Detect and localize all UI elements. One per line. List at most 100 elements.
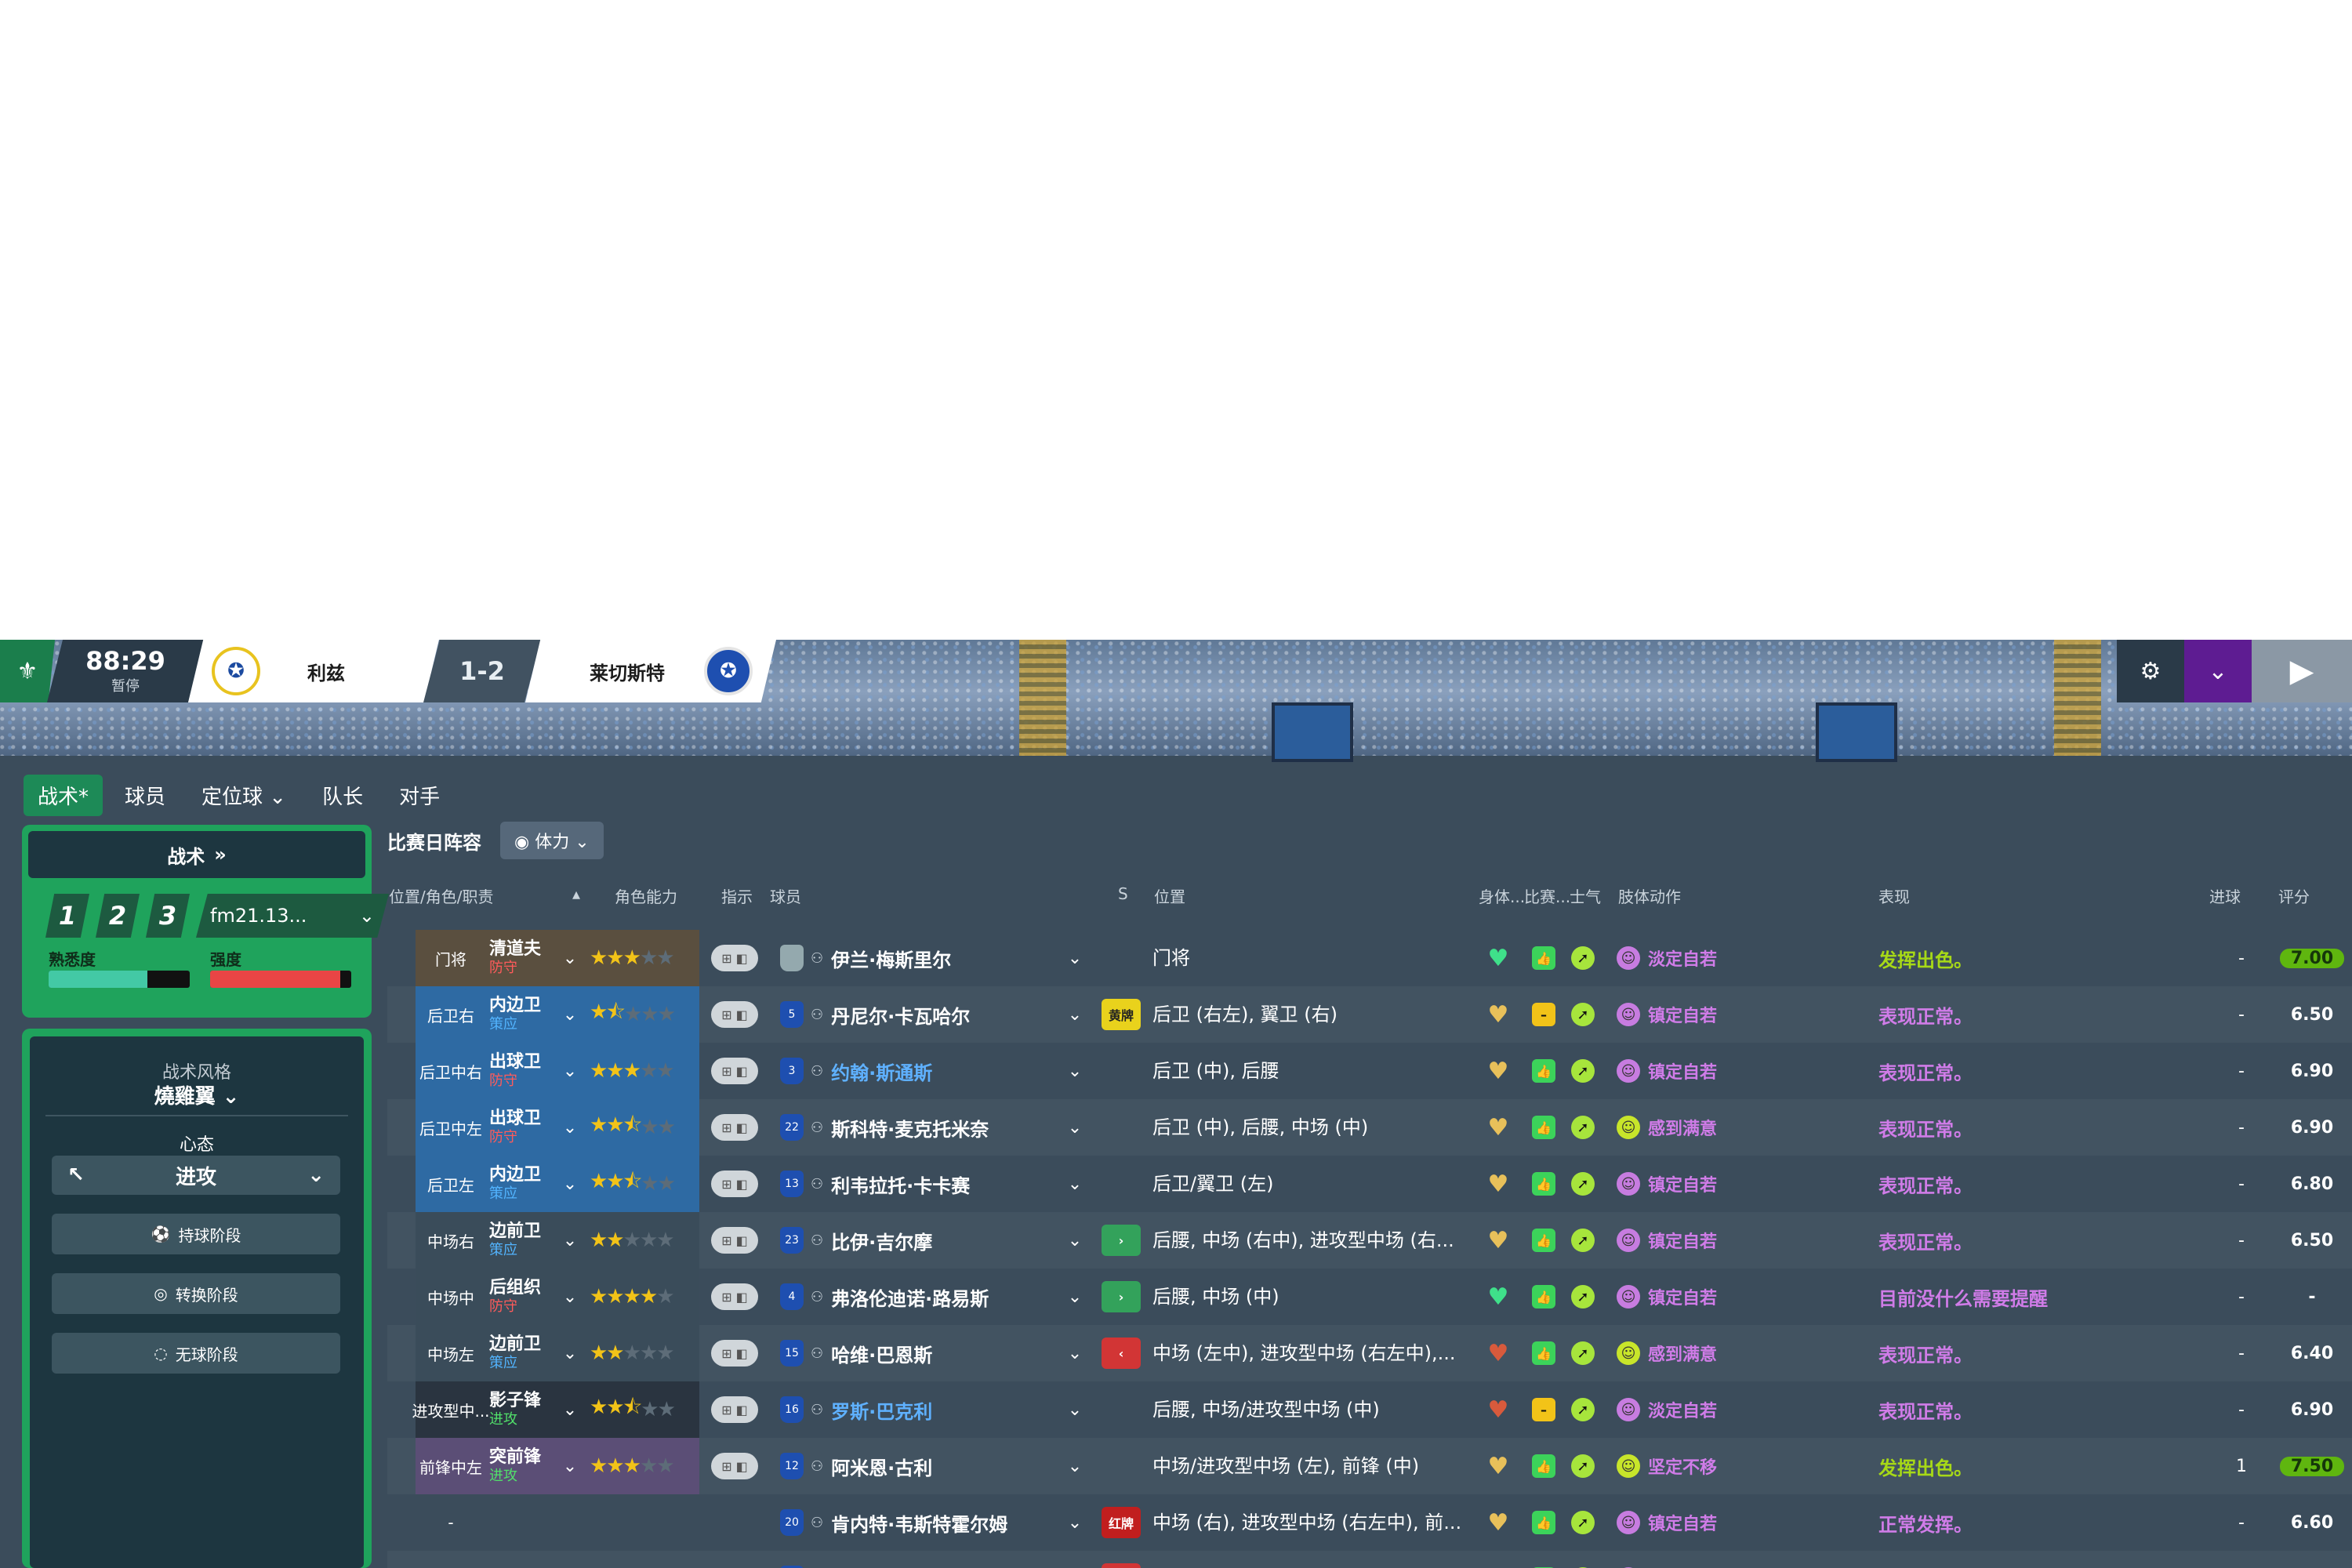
position-label[interactable]: 门将 (416, 930, 486, 986)
player-instructions-toggle[interactable]: ⊞ ◧ (707, 1099, 762, 1156)
table-row[interactable]: 补1 21⚇东·亚当斯 ⌄ ‹ 进攻型中场 (右左中), 前锋 (中)♥ 👍➚ ☺淡定自若正… (387, 1551, 2352, 1568)
chevron-down-icon[interactable]: ⌄ (558, 1156, 582, 1212)
player-name-cell[interactable]: ⚇ 肯内特·韦斯特霍尔姆 (811, 1494, 1038, 1551)
column-goals[interactable]: 进球 (2209, 884, 2241, 907)
player-name-cell[interactable]: ⚇ 利韦拉托·卡卡赛 (811, 1156, 1038, 1212)
tactic-panel-title[interactable]: 战术 » (28, 831, 365, 878)
position-label[interactable]: 补1 (416, 1551, 486, 1568)
phase-transition-button[interactable]: ◎ 转换阶段 (52, 1273, 340, 1314)
table-row[interactable]: 门将 清道夫 防守 ⌄ ★★★ ★ ★ ⊞ ◧ ⚇ 伊兰·梅斯里尔 ⌄ 门将 ♥ 👍 ➚ ☺ 淡定自若 发挥出色。… (387, 930, 2352, 986)
player-instructions-toggle[interactable]: ⊞ ◧ (707, 986, 762, 1043)
tab-set-pieces[interactable]: 定位球 ⌄ (187, 775, 300, 816)
player-instructions-toggle[interactable]: ⊞ ◧ (707, 1212, 762, 1269)
chevron-down-icon[interactable]: ⌄ (1063, 1212, 1087, 1269)
column-condition[interactable]: 身体... (1479, 884, 1525, 907)
chevron-down-icon[interactable]: ⌄ (1063, 1325, 1087, 1381)
position-label[interactable]: 后卫左 (416, 1156, 486, 1212)
chevron-down-icon[interactable]: ⌄ (558, 1099, 582, 1156)
position-label[interactable]: 进攻型中... (412, 1381, 489, 1438)
chevron-down-icon[interactable]: ⌄ (1063, 1269, 1087, 1325)
position-label[interactable]: 后卫右 (416, 986, 486, 1043)
column-s[interactable]: S (1118, 884, 1128, 903)
settings-gear-icon[interactable]: ⚙ (2117, 640, 2184, 702)
table-row[interactable]: 前锋中左 突前锋 进攻 ⌄ ★★★ ★ ★ ⊞ ◧ 12 ⚇ 阿米恩·古利 ⌄ 中场/进攻型中场 (左)… (387, 1438, 2352, 1494)
table-row[interactable]: 后卫中右 出球卫 防守 ⌄ ★★★ ★ ★ ⊞ ◧ 3 ⚇ 约翰·斯通斯 ⌄ 后卫 (中), 后腰 ♥ 👍 ➚… (387, 1043, 2352, 1099)
tactic-slot-2[interactable]: 2 (96, 894, 140, 938)
column-sharpness[interactable]: 比赛... (1524, 884, 1570, 907)
position-label[interactable]: 后卫中右 (416, 1043, 486, 1099)
tab-captains[interactable]: 队长 (308, 775, 377, 816)
player-instructions-toggle[interactable]: ⊞ ◧ (707, 1156, 762, 1212)
tab-opposition[interactable]: 对手 (385, 775, 454, 816)
player-name-cell[interactable]: ⚇ 阿米恩·古利 (811, 1438, 1038, 1494)
position-label[interactable]: 中场右 (416, 1212, 486, 1269)
table-row[interactable]: 中场左 边前卫 策应 ⌄ ★★ ★ ★ ★ ⊞ ◧ 15 ⚇ 哈维·巴恩斯 ⌄ ‹ 中场 (左中), 进攻型… (387, 1325, 2352, 1381)
column-pos-role[interactable]: 位置/角色/职责 (389, 884, 493, 907)
player-instructions-toggle[interactable]: ⊞ ◧ (707, 1269, 762, 1325)
chevron-down-icon[interactable]: ⌄ (1063, 1438, 1087, 1494)
chevron-down-icon[interactable]: ⌄ (558, 1438, 582, 1494)
player-instructions-toggle[interactable]: ⊞ ◧ (707, 1325, 762, 1381)
tactic-slot-3[interactable]: 3 (146, 894, 190, 938)
chevron-down-icon[interactable]: ⌄ (558, 930, 582, 986)
tab-tactics[interactable]: 战术* (24, 775, 103, 816)
table-row[interactable]: - 20 ⚇ 肯内特·韦斯特霍尔姆 ⌄ 红牌 中场 (右), 进攻型中场 (右左中), 前.… (387, 1494, 2352, 1551)
chevron-down-icon[interactable]: ⌄ (558, 986, 582, 1043)
chevron-down-icon[interactable]: ⌄ (1063, 1099, 1087, 1156)
chevron-down-icon[interactable]: ⌄ (1063, 930, 1087, 986)
position-label[interactable]: - (416, 1494, 486, 1551)
position-label[interactable]: 中场左 (416, 1325, 486, 1381)
player-name-cell[interactable]: ⚇东·亚当斯 (811, 1551, 1038, 1568)
player-name-cell[interactable]: ⚇ 罗斯·巴克利 (811, 1381, 1038, 1438)
player-instructions-toggle[interactable]: ⊞ ◧ (707, 1381, 762, 1438)
player-name-cell[interactable]: ⚇ 约翰·斯通斯 (811, 1043, 1038, 1099)
player-name-cell[interactable]: ⚇ 伊兰·梅斯里尔 (811, 930, 1038, 986)
move-out-icon[interactable]: ‹ (1098, 1551, 1145, 1568)
chevron-down-icon[interactable]: ⌄ (1063, 986, 1087, 1043)
chevron-down-icon[interactable]: ⌄ (558, 1381, 582, 1438)
away-team[interactable]: 莱切斯特 ✪ (525, 640, 776, 702)
column-instructions[interactable]: 指示 (721, 884, 753, 907)
table-row[interactable]: 中场右 边前卫 策应 ⌄ ★★ ★ ★ ★ ⊞ ◧ 23 ⚇ 比伊·吉尔摩 ⌄ › 后腰, 中场 (右中),… (387, 1212, 2352, 1269)
chevron-down-icon[interactable]: ⌄ (558, 1043, 582, 1099)
player-instructions-toggle[interactable]: ⊞ ◧ (707, 1043, 762, 1099)
move-out-icon[interactable]: ‹ (1098, 1325, 1145, 1381)
player-name-cell[interactable]: ⚇ 丹尼尔·卡瓦哈尔 (811, 986, 1038, 1043)
column-body-language[interactable]: 肢体动作 (1618, 884, 1681, 907)
player-name-cell[interactable]: ⚇ 斯科特·麦克托米奈 (811, 1099, 1038, 1156)
table-row[interactable]: 中场中 后组织 防守 ⌄ ★★★★ ★ ⊞ ◧ 4 ⚇ 弗洛伦迪诺·路易斯 ⌄ › 后腰, 中场 (中)… (387, 1269, 2352, 1325)
tab-players[interactable]: 球员 (111, 775, 180, 816)
chevron-down-icon[interactable]: ⌄ (1063, 1551, 1087, 1568)
move-in-icon[interactable]: › (1098, 1212, 1145, 1269)
table-row[interactable]: 后卫中左 出球卫 防守 ⌄ ★★⯪ ★ ★ ⊞ ◧ 22 ⚇ 斯科特·麦克托米奈 ⌄ 后卫 (中), 后… (387, 1099, 2352, 1156)
position-label[interactable]: 后卫中左 (416, 1099, 486, 1156)
column-morale[interactable]: 士气 (1570, 884, 1601, 907)
player-name-cell[interactable]: ⚇ 哈维·巴恩斯 (811, 1325, 1038, 1381)
table-row[interactable]: 进攻型中... 影子锋 进攻 ⌄ ★★⯪ ★ ★ ⊞ ◧ 16 ⚇ 罗斯·巴克利 ⌄ 后腰, 中场/进攻… (387, 1381, 2352, 1438)
chevron-down-icon[interactable]: ⌄ (558, 1212, 582, 1269)
squad-view-filter[interactable]: ◉ 体力 ⌄ (500, 822, 604, 859)
chevron-down-icon[interactable]: ⌄ (1063, 1043, 1087, 1099)
phase-in-possession-button[interactable]: ⚽ 持球阶段 (52, 1214, 340, 1254)
chevron-down-icon[interactable]: ⌄ (1063, 1494, 1087, 1551)
position-label[interactable]: 中场中 (416, 1269, 486, 1325)
chevron-down-icon[interactable]: ⌄ (2184, 640, 2252, 702)
player-instructions-toggle[interactable]: ⊞ ◧ (707, 1438, 762, 1494)
player-name-cell[interactable]: ⚇ 比伊·吉尔摩 (811, 1212, 1038, 1269)
style-select[interactable]: 燒雞翼 ⌄ (30, 1080, 364, 1109)
tactic-slot-1[interactable]: 1 (45, 894, 89, 938)
chevron-down-icon[interactable]: ⌄ (558, 1325, 582, 1381)
phase-out-of-possession-button[interactable]: ◌ 无球阶段 (52, 1333, 340, 1374)
column-position[interactable]: 位置 (1154, 884, 1185, 907)
chevron-down-icon[interactable]: ⌄ (1063, 1381, 1087, 1438)
table-row[interactable]: 后卫左 内边卫 策应 ⌄ ★★⯪ ★ ★ ⊞ ◧ 13 ⚇ 利韦拉托·卡卡赛 ⌄ 后卫/翼卫 (左) ♥ 👍… (387, 1156, 2352, 1212)
column-rating[interactable]: 评分 (2278, 884, 2310, 907)
play-icon[interactable]: ▶ (2252, 640, 2352, 702)
chevron-down-icon[interactable]: ⌄ (1063, 1156, 1087, 1212)
column-performance[interactable]: 表现 (1878, 884, 1910, 907)
move-in-icon[interactable]: › (1098, 1269, 1145, 1325)
tactic-select[interactable]: fm21.13... ⌄ (196, 894, 389, 938)
player-name-cell[interactable]: ⚇ 弗洛伦迪诺·路易斯 (811, 1269, 1038, 1325)
column-role-ability[interactable]: 角色能力 (615, 884, 677, 907)
mentality-select[interactable]: ↖ 进攻 ⌄ (52, 1156, 340, 1195)
